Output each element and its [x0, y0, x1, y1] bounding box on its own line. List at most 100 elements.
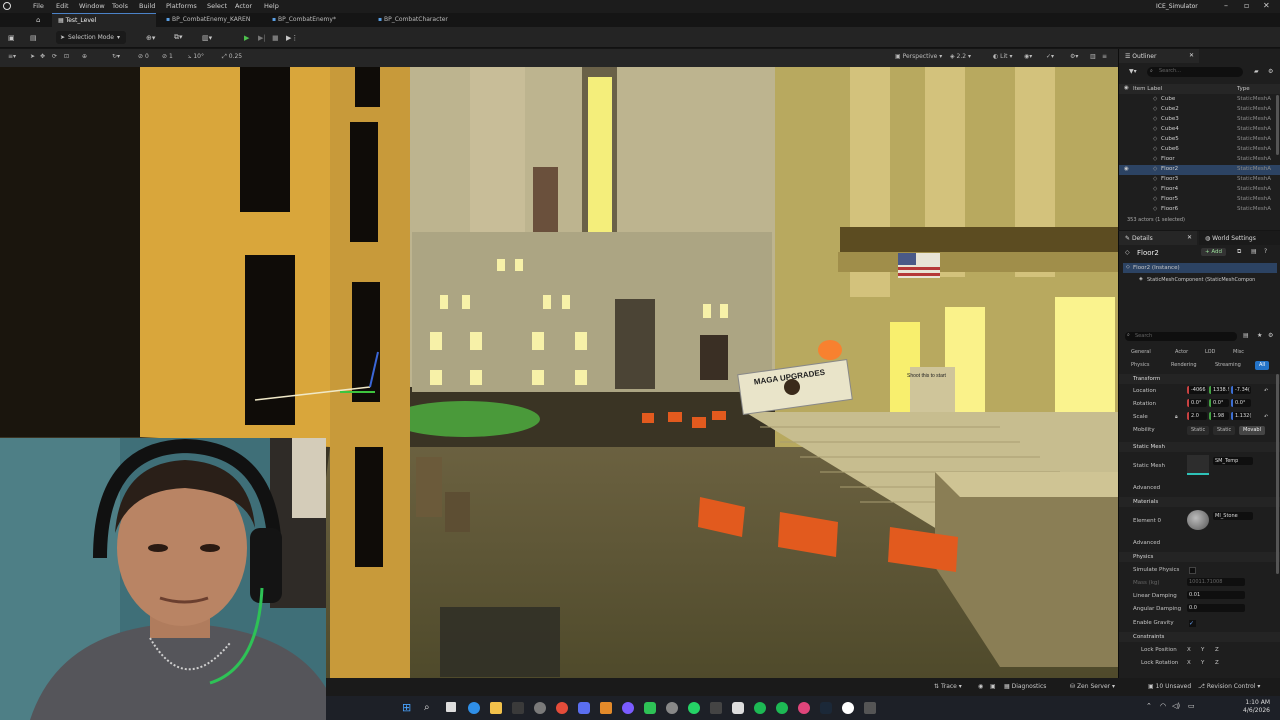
scale-y-input[interactable]: 1.98 [1209, 412, 1229, 420]
location-z-input[interactable]: -7.34( [1231, 386, 1251, 394]
static-mesh-section-header[interactable]: Static Mesh [1119, 442, 1280, 452]
spotify-icon[interactable] [776, 702, 788, 714]
wifi-icon[interactable]: ◠ [1160, 702, 1166, 710]
outliner-row[interactable]: ◇ Floor4 StaticMeshA [1119, 185, 1280, 195]
category-misc[interactable]: Misc [1229, 348, 1248, 357]
table-view-icon[interactable]: ▤ [1243, 332, 1249, 339]
fov-setting[interactable]: ◈ 2.2 ▾ [950, 53, 971, 60]
category-lod[interactable]: LOD [1201, 348, 1219, 357]
perspective-dropdown[interactable]: ▣ Perspective ▾ [895, 53, 942, 60]
tab-bp-combatcharacter[interactable]: ▪ BP_CombatCharacter [372, 13, 472, 27]
outliner-row[interactable]: ◇ Cube StaticMeshA [1119, 95, 1280, 105]
blueprint-icon[interactable]: ⧉ [1237, 248, 1241, 256]
mesh-thumbnail[interactable] [1187, 455, 1209, 475]
file-explorer-icon[interactable] [490, 702, 502, 714]
discord-icon[interactable] [622, 702, 634, 714]
trace-button[interactable]: ⇅ Trace ▾ [934, 683, 962, 690]
outliner-row[interactable]: ◇ Cube3 StaticMeshA [1119, 115, 1280, 125]
settings-gear-icon[interactable]: ⚙ [1268, 332, 1273, 339]
close-icon[interactable]: ✕ [1187, 234, 1192, 241]
transform-section-header[interactable]: Transform [1119, 374, 1280, 384]
mobility-movable-button[interactable]: Movabl [1239, 426, 1265, 435]
details-scrollbar[interactable] [1276, 374, 1279, 574]
capcut-icon[interactable] [732, 702, 744, 714]
edge-icon[interactable] [468, 702, 480, 714]
revision-control-button[interactable]: ⎇ Revision Control ▾ [1198, 683, 1260, 690]
menu-build[interactable]: Build [139, 2, 155, 10]
play-options-icon[interactable]: ▶⋮ [286, 31, 298, 44]
outliner-row[interactable]: ◇ Cube4 StaticMeshA [1119, 125, 1280, 135]
details-search-input[interactable]: ⌕ Search [1125, 332, 1237, 341]
layout-icon[interactable]: ▥ [1090, 53, 1096, 60]
app-icon[interactable] [710, 702, 722, 714]
tab-bp-combatenemy[interactable]: ▪ BP_CombatEnemy* [266, 13, 366, 27]
menu-file[interactable]: File [33, 2, 44, 10]
battery-icon[interactable]: ▭ [1188, 702, 1195, 710]
steam-icon[interactable] [820, 702, 832, 714]
save-icon[interactable]: ▣ [8, 31, 15, 44]
search-icon[interactable]: ⌕ [424, 702, 436, 714]
close-icon[interactable]: ✕ [1263, 1, 1270, 10]
location-x-input[interactable]: -4066 [1187, 386, 1207, 394]
scale-label[interactable]: Scale [1133, 414, 1148, 420]
rotation-label[interactable]: Rotation [1133, 401, 1156, 407]
camera-speed-a[interactable]: ⊘ 0 [138, 53, 149, 60]
unreal-engine-icon[interactable] [842, 702, 854, 714]
material-thumbnail[interactable] [1187, 510, 1209, 530]
maximize-icon[interactable]: ▫ [1244, 1, 1249, 10]
lock-rotation-z[interactable]: Z [1215, 660, 1219, 666]
system-clock[interactable]: 1:10 AM 4/6/2026 [1243, 699, 1270, 715]
favorite-star-icon[interactable]: ★ [1257, 332, 1262, 339]
component-instance-row[interactable]: ◇ Floor2 (Instance) [1123, 263, 1277, 273]
whatsapp-icon[interactable] [688, 702, 700, 714]
lock-position-y[interactable]: Y [1201, 647, 1204, 653]
lock-position-z[interactable]: Z [1215, 647, 1219, 653]
selection-mode-dropdown[interactable]: ➤ Selection Mode ▾ [56, 31, 126, 44]
category-general[interactable]: General [1127, 348, 1155, 357]
menu-tools[interactable]: Tools [112, 2, 128, 10]
show-flags-icon[interactable]: ◉▾ [1024, 53, 1032, 60]
outliner-row[interactable]: ◇ Cube6 StaticMeshA [1119, 145, 1280, 155]
home-icon[interactable]: ⌂ [36, 16, 40, 24]
static-mesh-dropdown[interactable]: SM_Temp [1213, 457, 1253, 465]
outliner-row[interactable]: ◇ Cube5 StaticMeshA [1119, 135, 1280, 145]
details-tab[interactable]: ✎ Details ✕ [1119, 231, 1197, 245]
world-space-icon[interactable]: ⊕ [82, 53, 87, 60]
lock-position-x[interactable]: X [1187, 647, 1191, 653]
app-icon[interactable] [798, 702, 810, 714]
viewport-menu-icon[interactable]: ≡ [1102, 53, 1107, 60]
filter-icon[interactable]: ▼▾ [1129, 68, 1137, 75]
element0-dropdown[interactable]: MI_Stone [1213, 512, 1253, 520]
static-mesh-advanced-row[interactable]: Advanced [1119, 483, 1280, 495]
step-icon[interactable]: ▶| [258, 31, 266, 44]
lock-rotation-y[interactable]: Y [1201, 660, 1204, 666]
outliner-row[interactable]: ◇ Floor3 StaticMeshA [1119, 175, 1280, 185]
add-content-icon[interactable]: ⊕▾ [146, 31, 155, 44]
menu-edit[interactable]: Edit [56, 2, 69, 10]
scale-tool-icon[interactable]: ⊡ [64, 53, 69, 60]
angular-damping-input[interactable]: 0.0 [1187, 604, 1245, 612]
category-physics[interactable]: Physics [1127, 361, 1154, 370]
spotify-icon[interactable] [754, 702, 766, 714]
menu-select[interactable]: Select [207, 2, 227, 10]
record-icon[interactable]: ◉ [978, 683, 983, 690]
rotation-x-input[interactable]: 0.0° [1187, 399, 1207, 407]
folder-icon[interactable] [600, 702, 612, 714]
minimize-icon[interactable]: – [1224, 1, 1228, 10]
menu-window[interactable]: Window [79, 2, 105, 10]
category-rendering[interactable]: Rendering [1167, 361, 1201, 370]
reset-arrow-icon[interactable]: ↶ [1264, 414, 1268, 420]
unsaved-button[interactable]: ▣ 10 Unsaved [1148, 683, 1191, 690]
menu-help[interactable]: Help [264, 2, 279, 10]
play-button[interactable]: ▶ [244, 31, 249, 44]
terminal-icon[interactable] [512, 702, 524, 714]
location-label[interactable]: Location [1133, 388, 1156, 394]
diagnostics-button[interactable]: ▦ Diagnostics [1004, 683, 1046, 690]
volume-icon[interactable]: ◁) [1172, 702, 1180, 710]
constraints-section-header[interactable]: Constraints [1119, 632, 1280, 642]
outliner-row-selected[interactable]: ◉ ◇ Floor2 StaticMeshA [1119, 165, 1280, 175]
realtime-icon[interactable]: ✓▾ [1046, 53, 1054, 60]
actor-name[interactable]: Floor2 [1137, 249, 1159, 257]
add-folder-icon[interactable]: ▰ [1254, 68, 1259, 75]
add-component-button[interactable]: + Add [1201, 248, 1227, 256]
